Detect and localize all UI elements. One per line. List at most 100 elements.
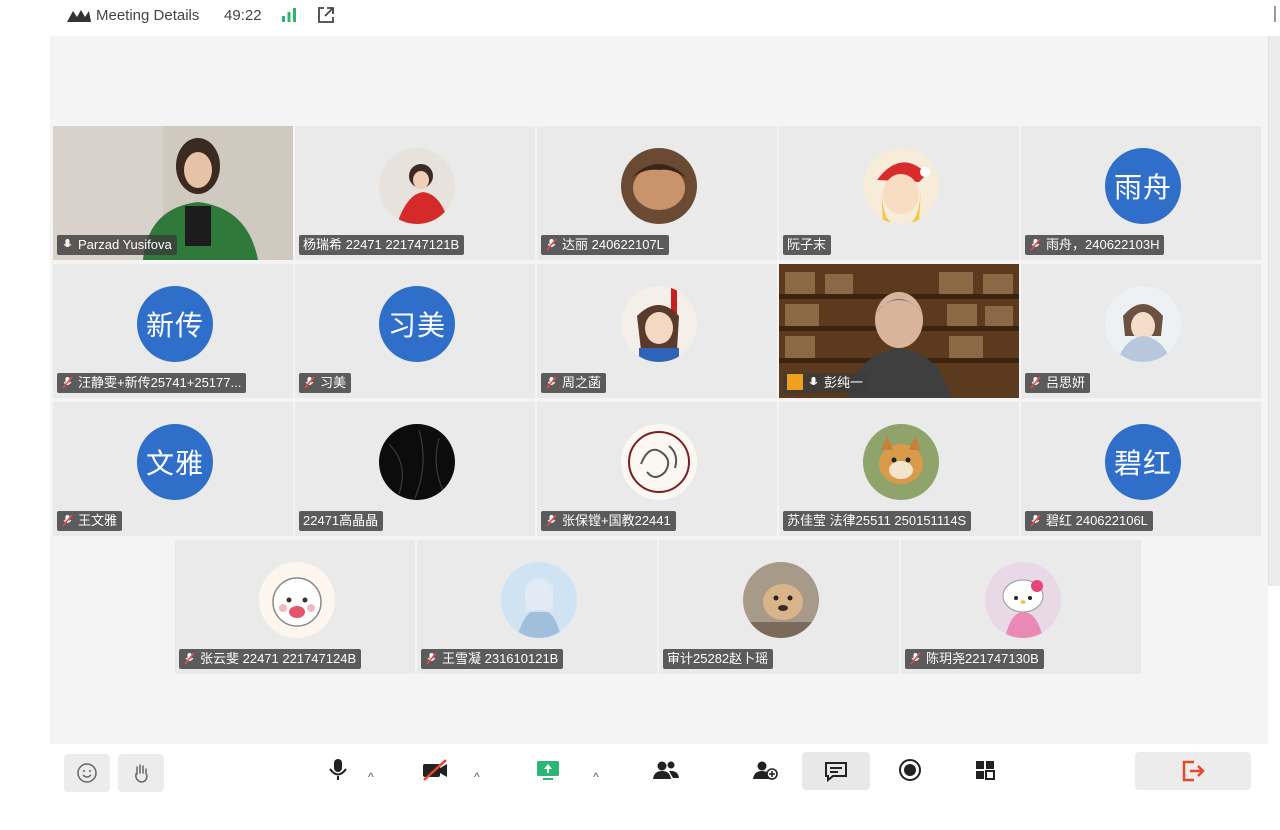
microphone-icon: [63, 239, 72, 247]
participant-avatar: 习美: [379, 286, 455, 362]
raise-hand-icon: [135, 764, 148, 783]
emoji-icon: [77, 763, 97, 783]
participant-name: 张云斐 22471 221747124B: [179, 649, 362, 669]
participant-name: 22471高晶晶: [299, 511, 384, 531]
invite-button[interactable]: [745, 750, 785, 790]
participants-button[interactable]: [646, 750, 686, 790]
participant-name: 王文雅: [57, 511, 123, 531]
raise-hand-button[interactable]: [118, 754, 164, 792]
participant-name: 达丽 240622107L: [541, 235, 669, 255]
participant-name: 审计25282赵卜瑶: [663, 649, 774, 669]
leave-icon: [1182, 760, 1205, 782]
participant-tile[interactable]: 吕思妍: [1021, 264, 1261, 398]
microphone-icon: [809, 377, 818, 385]
mic-muted-icon: [1030, 514, 1041, 527]
participant-tile[interactable]: 陈玥尧221747130B: [901, 540, 1141, 674]
apps-icon: [976, 761, 995, 780]
mic-muted-icon: [546, 376, 557, 389]
participant-tile[interactable]: 阮子末: [779, 126, 1019, 260]
participant-name: 苏佳莹 法律25511 250151114S: [783, 511, 972, 531]
participant-tile[interactable]: 彭纯一: [779, 264, 1019, 398]
participant-avatar: [621, 148, 697, 224]
participant-name: 雨舟，240622103H: [1025, 235, 1165, 255]
participant-name: 杨瑞希 22471 221747121B: [299, 235, 465, 255]
leave-meeting-button[interactable]: [1135, 752, 1251, 790]
camera-options-caret[interactable]: ^: [474, 770, 480, 784]
participant-avatar: [501, 562, 577, 638]
mic-muted-icon: [62, 514, 73, 527]
mic-muted-icon: [910, 652, 921, 665]
participant-avatar: [985, 562, 1061, 638]
participant-name: 习美: [299, 373, 352, 393]
mic-muted-icon: [1030, 376, 1041, 389]
side-panel-edge: [1268, 36, 1280, 586]
participant-tile[interactable]: 审计25282赵卜瑶: [659, 540, 899, 674]
participant-avatar: [743, 562, 819, 638]
participant-name: 阮子末: [783, 235, 832, 255]
participant-tile[interactable]: 张云斐 22471 221747124B: [175, 540, 415, 674]
participant-avatar: [1105, 286, 1181, 362]
chat-icon: [825, 762, 847, 782]
participant-name: Parzad Yusifova: [57, 235, 177, 255]
participant-avatar: 新传: [137, 286, 213, 362]
record-button[interactable]: [890, 750, 930, 790]
participant-name: 彭纯一: [783, 373, 869, 393]
title-bar: Meeting Details 49:22: [0, 0, 1280, 32]
chat-button[interactable]: [802, 752, 870, 790]
participant-tile[interactable]: 达丽 240622107L: [537, 126, 777, 260]
participant-tile[interactable]: Parzad Yusifova: [53, 126, 293, 260]
participant-tile[interactable]: 苏佳莹 法律25511 250151114S: [779, 402, 1019, 536]
participant-avatar: 文雅: [137, 424, 213, 500]
participant-avatar: [863, 424, 939, 500]
meeting-toolbar: ^ ^ ^: [50, 744, 1268, 796]
camera-button[interactable]: [415, 750, 455, 790]
participant-tile[interactable]: 张保镗+国教22441: [537, 402, 777, 536]
participant-name: 汪静雯+新传25741+25177...: [57, 373, 247, 393]
mic-muted-icon: [62, 376, 73, 389]
microphone-icon: [329, 759, 347, 780]
mic-muted-icon: [546, 514, 557, 527]
microphone-button[interactable]: [318, 750, 358, 790]
record-icon: [899, 759, 921, 781]
participant-tile[interactable]: 新传 汪静雯+新传25741+25177...: [53, 264, 293, 398]
participant-avatar: 碧红: [1105, 424, 1181, 500]
mic-muted-icon: [426, 652, 437, 665]
mic-muted-icon: [304, 376, 315, 389]
meeting-logo-icon: [67, 10, 91, 22]
microphone-options-caret[interactable]: ^: [368, 770, 374, 784]
participant-avatar: [863, 148, 939, 224]
participant-tile[interactable]: 文雅 王文雅: [53, 402, 293, 536]
host-badge-icon: [787, 374, 803, 390]
meeting-timer: 49:22: [224, 7, 262, 24]
participant-tile[interactable]: 王雪凝 231610121B: [417, 540, 657, 674]
popout-icon[interactable]: [316, 5, 336, 25]
participant-name: 周之菡: [541, 373, 607, 393]
participant-avatar: [259, 562, 335, 638]
participant-avatar: [379, 148, 455, 224]
participant-tile[interactable]: 杨瑞希 22471 221747121B: [295, 126, 535, 260]
participant-tile[interactable]: 习美 习美: [295, 264, 535, 398]
signal-icon[interactable]: [280, 6, 298, 24]
participant-tile[interactable]: 周之菡: [537, 264, 777, 398]
invite-icon: [753, 761, 778, 780]
participant-avatar: 雨舟: [1105, 148, 1181, 224]
participant-name: 碧红 240622106L: [1025, 511, 1153, 531]
camera-off-icon: [423, 759, 447, 781]
mic-muted-icon: [184, 652, 195, 665]
share-options-caret[interactable]: ^: [593, 770, 599, 784]
participant-avatar: [621, 286, 697, 362]
share-screen-button[interactable]: [528, 750, 568, 790]
participant-name: 王雪凝 231610121B: [421, 649, 564, 669]
participant-avatar: [379, 424, 455, 500]
participant-avatar: [621, 424, 697, 500]
meeting-details-link[interactable]: Meeting Details: [96, 7, 199, 24]
mic-muted-icon: [546, 238, 557, 251]
window-edge: [1274, 6, 1276, 22]
participant-tile[interactable]: 雨舟 雨舟，240622103H: [1021, 126, 1261, 260]
reactions-button[interactable]: [64, 754, 110, 792]
participant-tile[interactable]: 22471高晶晶: [295, 402, 535, 536]
participant-name: 吕思妍: [1025, 373, 1091, 393]
participant-tile[interactable]: 碧红 碧红 240622106L: [1021, 402, 1261, 536]
apps-button[interactable]: [965, 750, 1005, 790]
participants-icon: [653, 761, 679, 779]
